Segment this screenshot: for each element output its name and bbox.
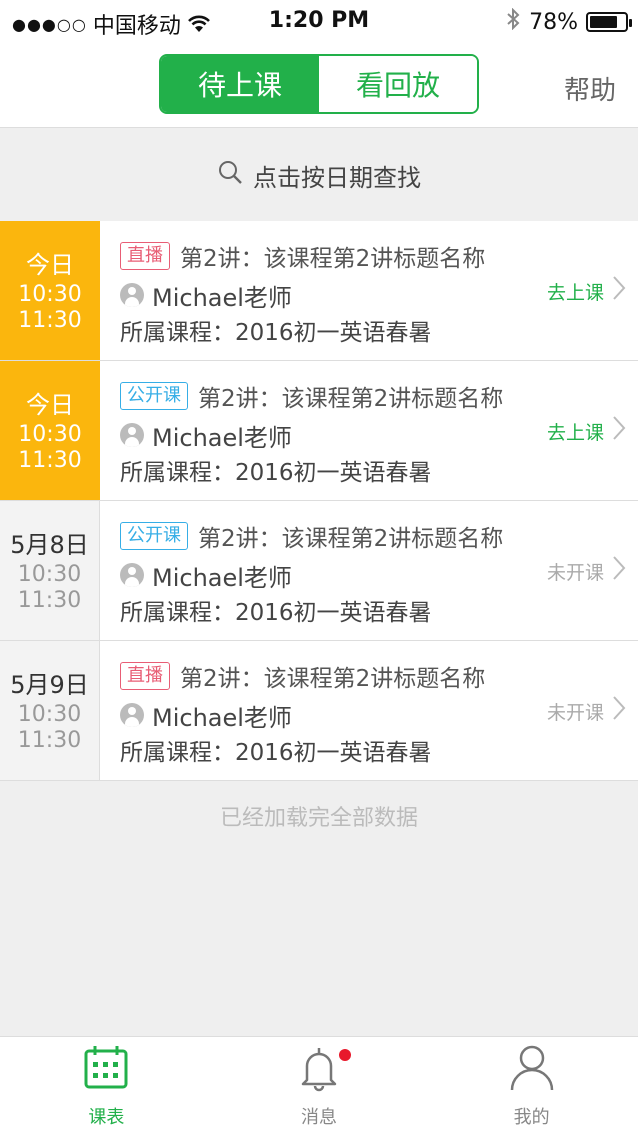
status-bar: ●●●○○ 中国移动 1:20 PM 78% (0, 0, 638, 42)
teacher-name: Michael老师 (152, 703, 292, 732)
teacher-avatar-icon (120, 283, 144, 307)
lesson-date-block: 今日 10:30 11:30 (0, 361, 100, 500)
bell-icon (293, 1042, 345, 1099)
segmented-control: 待上课 看回放 (159, 54, 479, 114)
lesson-action-label: 未开课 (546, 702, 604, 724)
lesson-content: 直播 第2讲：该课程第2讲标题名称 Michael老师 所属课程：2016初一英… (100, 221, 638, 360)
calendar-icon (80, 1042, 132, 1099)
lesson-action[interactable]: 去上课 (547, 275, 626, 308)
tab-schedule-label: 课表 (88, 1107, 125, 1128)
battery-percent: 78% (529, 9, 578, 35)
lesson-row[interactable]: 今日 10:30 11:30 公开课 第2讲：该课程第2讲标题名称 Michae… (0, 361, 638, 501)
lesson-content: 公开课 第2讲：该课程第2讲标题名称 Michael老师 所属课程：2016初一… (100, 361, 638, 500)
tab-schedule[interactable]: 课表 (0, 1037, 213, 1134)
tab-profile[interactable]: 我的 (425, 1037, 638, 1134)
search-label: 点击按日期查找 (253, 163, 421, 192)
lesson-end-time: 11:30 (18, 307, 82, 333)
lesson-course: 所属课程：2016初一英语春暑 (120, 460, 432, 486)
lesson-course: 所属课程：2016初一英语春暑 (120, 740, 432, 766)
lesson-date: 今日 (26, 250, 74, 279)
lesson-end-time: 11:30 (17, 727, 82, 753)
lesson-type-badge: 直播 (120, 242, 170, 270)
lesson-action[interactable]: 未开课 (547, 555, 626, 588)
lesson-row[interactable]: 5月9日 10:30 11:30 直播 第2讲：该课程第2讲标题名称 Micha… (0, 641, 638, 781)
bluetooth-icon (505, 7, 521, 36)
lesson-content: 直播 第2讲：该课程第2讲标题名称 Michael老师 所属课程：2016初一英… (100, 641, 638, 780)
lesson-start-time: 10:30 (17, 561, 82, 587)
chevron-right-icon (612, 695, 626, 728)
tab-messages-label: 消息 (301, 1107, 337, 1128)
chevron-right-icon (612, 275, 626, 308)
lesson-type-badge: 公开课 (120, 382, 188, 410)
help-button[interactable]: 帮助 (564, 70, 616, 107)
lesson-title: 第2讲：该课程第2讲标题名称 (198, 526, 504, 552)
lesson-date-block: 5月9日 10:30 11:30 (0, 641, 100, 780)
lesson-action-label: 去上课 (546, 422, 604, 444)
lesson-end-time: 11:30 (17, 587, 82, 613)
lesson-start-time: 10:30 (18, 421, 82, 447)
lesson-end-time: 11:30 (18, 447, 82, 473)
teacher-avatar-icon (120, 423, 144, 447)
lesson-title: 第2讲：该课程第2讲标题名称 (180, 666, 486, 692)
lesson-date: 今日 (26, 390, 74, 419)
lesson-action-label: 未开课 (546, 562, 604, 584)
lesson-date-block: 5月8日 10:30 11:30 (0, 501, 100, 640)
lesson-date-block: 今日 10:30 11:30 (0, 221, 100, 360)
unread-dot (338, 1049, 351, 1061)
tab-profile-label: 我的 (513, 1107, 550, 1128)
tab-messages[interactable]: 消息 (213, 1037, 426, 1134)
teacher-name: Michael老师 (152, 563, 292, 592)
lesson-type-badge: 公开课 (120, 522, 188, 550)
chevron-right-icon (612, 555, 626, 588)
teacher-avatar-icon (120, 563, 144, 587)
lesson-action[interactable]: 未开课 (547, 695, 626, 728)
lesson-action-label: 去上课 (546, 282, 604, 304)
lesson-start-time: 10:30 (18, 281, 82, 307)
search-icon (217, 159, 243, 191)
lesson-type-badge: 直播 (120, 662, 170, 690)
lesson-date: 5月8日 (10, 530, 89, 559)
tab-replay[interactable]: 看回放 (319, 56, 477, 112)
lesson-content: 公开课 第2讲：该课程第2讲标题名称 Michael老师 所属课程：2016初一… (100, 501, 638, 640)
battery-fill (590, 16, 617, 28)
date-search[interactable]: 点击按日期查找 (0, 129, 638, 221)
lesson-course: 所属课程：2016初一英语春暑 (120, 320, 432, 346)
chevron-right-icon (612, 415, 626, 448)
lesson-course: 所属课程：2016初一英语春暑 (120, 600, 432, 626)
lesson-row[interactable]: 5月8日 10:30 11:30 公开课 第2讲：该课程第2讲标题名称 Mich… (0, 501, 638, 641)
header: 待上课 看回放 帮助 (0, 42, 638, 128)
teacher-name: Michael老师 (152, 283, 292, 312)
lesson-action[interactable]: 去上课 (547, 415, 626, 448)
lesson-list: 今日 10:30 11:30 直播 第2讲：该课程第2讲标题名称 Michael… (0, 221, 638, 781)
lesson-date: 5月9日 (10, 670, 89, 699)
end-of-list-note: 已经加载完全部数据 (219, 806, 418, 831)
lesson-title: 第2讲：该课程第2讲标题名称 (180, 246, 486, 272)
teacher-avatar-icon (120, 703, 144, 727)
tab-bar: 课表 消息 我的 (0, 1036, 638, 1134)
lesson-title: 第2讲：该课程第2讲标题名称 (198, 386, 504, 412)
tab-upcoming[interactable]: 待上课 (161, 56, 319, 112)
lesson-row[interactable]: 今日 10:30 11:30 直播 第2讲：该课程第2讲标题名称 Michael… (0, 221, 638, 361)
teacher-name: Michael老师 (152, 423, 292, 452)
lesson-start-time: 10:30 (17, 701, 82, 727)
battery-icon (586, 12, 632, 32)
person-icon (506, 1042, 558, 1099)
